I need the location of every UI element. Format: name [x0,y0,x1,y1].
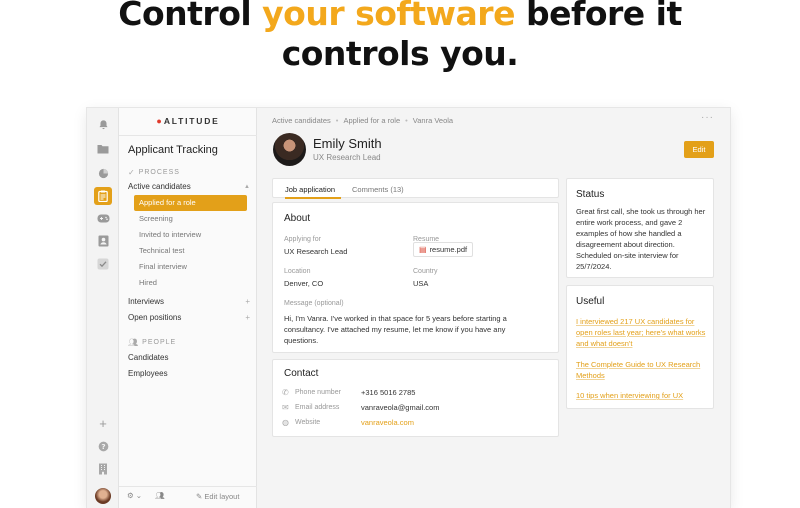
app-window: + ? ● ALTITUDE Applicant Tracking ✓ PROCES… [87,108,730,508]
status-card: Status Great first call, she took us thr… [566,178,714,278]
phone-value: +316 5016 2785 [361,388,416,397]
svg-text:?: ? [101,441,105,450]
brand-logo: ● ALTITUDE [156,116,220,126]
useful-title: Useful [576,296,605,307]
section-header-people: 👥︎ PEOPLE [128,338,177,347]
useful-link[interactable]: I interviewed 217 UX candidates for open… [576,316,708,349]
useful-link[interactable]: 10 tips when interviewing for UX [576,390,708,401]
phone-icon: ✆ [282,388,289,397]
expand-plus-icon[interactable]: + [245,313,250,322]
checklist-icon: ✓ [128,168,135,177]
candidate-avatar [273,133,306,166]
contact-card-icon[interactable] [94,232,112,250]
envelope-icon: ✉ [282,403,289,412]
sidebar-subitem-hired[interactable]: Hired [134,275,247,291]
building-icon[interactable] [94,460,112,478]
expand-plus-icon[interactable]: + [245,297,250,306]
country-label: Country [413,268,438,275]
candidate-role: UX Research Lead [313,153,381,162]
edit-button[interactable]: Edit [684,141,714,158]
applying-for-label: Applying for [284,236,321,243]
about-title: About [284,213,311,224]
sidebar: ● ALTITUDE Applicant Tracking ✓ PROCESS Ac… [119,108,257,508]
location-value: Denver, CO [284,279,324,288]
sidebar-subitem-invited[interactable]: Invited to interview [134,227,247,243]
people-icon: 👥︎ [128,338,139,347]
tab-comments[interactable]: Comments (13) [352,185,404,194]
headline-line-2: controls you. [281,34,519,73]
plus-icon[interactable]: + [94,414,112,432]
sidebar-item-open-positions[interactable]: Open positions + [128,313,250,322]
breadcrumb-item[interactable]: Applied for a role [343,116,400,125]
headline-accent: your software [262,0,515,33]
sidebar-subitem-technical-test[interactable]: Technical test [134,243,247,259]
globe-icon: ◍ [282,418,289,427]
contact-card: Contact ✆ Phone number +316 5016 2785 ✉ … [272,359,559,437]
bell-icon[interactable] [94,115,112,133]
resume-file-chip[interactable]: ▤ resume.pdf [413,242,474,257]
active-tab-indicator [285,197,341,199]
settings-gear-icon[interactable]: ⚙ ⌄ [127,491,142,500]
user-avatar[interactable] [95,488,111,504]
country-value: USA [413,279,429,288]
sidebar-title: Applicant Tracking [128,144,218,156]
more-options-icon[interactable]: ··· [701,112,714,123]
folder-icon[interactable] [94,140,112,158]
gamepad-icon[interactable] [94,209,112,227]
website-link[interactable]: vanraveola.com [361,418,414,427]
email-value: vanraveola@gmail.com [361,403,440,412]
section-header-process: ✓ PROCESS [128,168,180,177]
message-label: Message (optional) [284,300,344,307]
contact-row-phone: ✆ Phone number +316 5016 2785 [282,388,416,397]
sidebar-item-interviews[interactable]: Interviews + [128,297,250,306]
breadcrumb-item: Vanra Veola [412,116,454,125]
tab-bar: Job application Comments (13) [272,178,559,199]
pie-chart-icon[interactable] [94,164,112,182]
breadcrumb-separator: • [335,116,339,125]
location-label: Location [284,268,311,275]
tab-job-application[interactable]: Job application [285,185,335,194]
breadcrumb-item[interactable]: Active candidates [272,116,331,125]
clipboard-icon[interactable] [94,187,112,205]
useful-link[interactable]: The Complete Guide to UX Research Method… [576,359,708,381]
contact-title: Contact [284,368,319,379]
status-text: Great first call, she took us through he… [576,207,706,271]
pdf-file-icon: ▤ [419,245,427,254]
about-card: About Applying for UX Research Lead Resu… [272,202,559,353]
sidebar-subitem-applied[interactable]: Applied for a role [134,195,247,211]
breadcrumb-separator: • [405,116,408,125]
applying-for-value: UX Research Lead [284,247,348,256]
sidebar-item-employees[interactable]: Employees [128,369,250,378]
breadcrumb: Active candidates • Applied for a role •… [272,116,453,125]
message-text: Hi, I'm Vanra. I've worked in that space… [284,314,507,345]
main-content: Active candidates • Applied for a role •… [257,108,730,508]
useful-card: Useful I interviewed 217 UX candidates f… [566,285,714,409]
headline-line-1: Control your software before it [0,0,800,33]
team-icon[interactable]: 👥︎ [155,491,165,500]
divider [119,135,257,136]
map-pin-icon: ● [156,116,162,126]
icon-rail: + ? [87,108,119,508]
sidebar-item-active-candidates[interactable]: Active candidates ▲ [128,182,250,191]
help-icon[interactable]: ? [94,437,112,455]
sidebar-footer: ⚙ ⌄ 👥︎ ✎ Edit layout [119,486,257,508]
check-icon[interactable] [94,255,112,273]
collapse-caret-icon[interactable]: ▲ [244,184,250,190]
sidebar-subitem-screening[interactable]: Screening [134,211,247,227]
status-title: Status [576,189,605,200]
candidate-name: Emily Smith [313,136,382,151]
sidebar-item-candidates[interactable]: Candidates [128,353,250,362]
contact-row-email: ✉ Email address vanraveola@gmail.com [282,403,440,412]
sidebar-subitem-final-interview[interactable]: Final interview [134,259,247,275]
contact-row-website: ◍ Website vanraveola.com [282,418,414,427]
